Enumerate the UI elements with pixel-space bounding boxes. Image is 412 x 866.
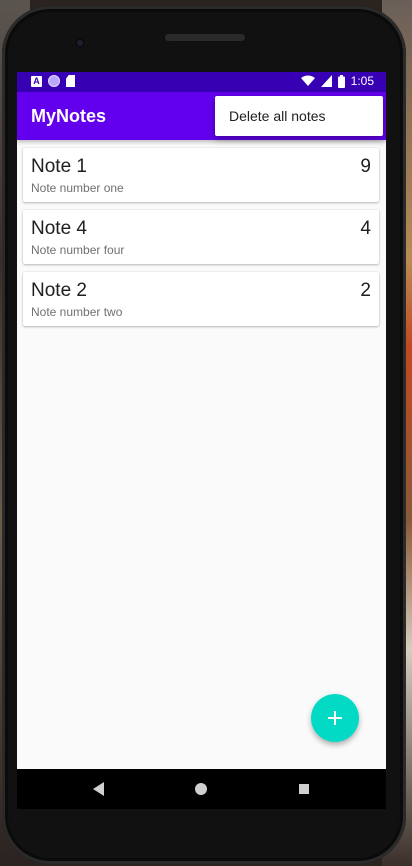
status-time: 1:05 bbox=[350, 74, 374, 88]
note-description: Note number two bbox=[31, 305, 123, 319]
note-priority: 9 bbox=[360, 156, 371, 177]
status-system: 1:05 bbox=[300, 74, 374, 88]
signal-icon bbox=[320, 75, 332, 87]
app-screen: A 1:05 MyNotes Note 1 Note number one 9 bbox=[17, 72, 386, 769]
status-notifications: A bbox=[31, 75, 75, 87]
plus-icon bbox=[328, 711, 342, 725]
note-priority: 4 bbox=[360, 218, 371, 239]
app-title: MyNotes bbox=[31, 106, 107, 126]
note-title: Note 1 bbox=[31, 156, 87, 177]
sd-card-icon bbox=[66, 75, 75, 87]
note-description: Note number one bbox=[31, 181, 124, 195]
menu-item-delete-all-notes[interactable]: Delete all notes bbox=[229, 108, 326, 124]
battery-icon bbox=[337, 74, 345, 88]
notification-a-icon: A bbox=[31, 75, 42, 87]
back-icon[interactable] bbox=[93, 782, 105, 796]
home-icon[interactable] bbox=[195, 783, 207, 795]
note-description: Note number four bbox=[31, 243, 125, 257]
system-navigation-bar bbox=[17, 769, 386, 809]
status-bar: A 1:05 bbox=[17, 72, 386, 92]
circle-notification-icon bbox=[48, 75, 60, 87]
wifi-icon bbox=[300, 75, 315, 86]
recents-icon[interactable] bbox=[299, 784, 309, 794]
earpiece-speaker bbox=[165, 34, 245, 41]
add-note-button[interactable] bbox=[311, 694, 359, 742]
front-camera bbox=[75, 38, 85, 48]
notes-list[interactable]: Note 1 Note number one 9 Note 4 Note num… bbox=[23, 148, 379, 334]
note-item[interactable]: Note 1 Note number one 9 bbox=[23, 148, 379, 202]
overflow-menu: Delete all notes bbox=[215, 96, 383, 136]
note-title: Note 2 bbox=[31, 280, 87, 301]
note-item[interactable]: Note 2 Note number two 2 bbox=[23, 272, 379, 326]
note-item[interactable]: Note 4 Note number four 4 bbox=[23, 210, 379, 264]
note-priority: 2 bbox=[360, 280, 371, 301]
note-title: Note 4 bbox=[31, 218, 87, 239]
